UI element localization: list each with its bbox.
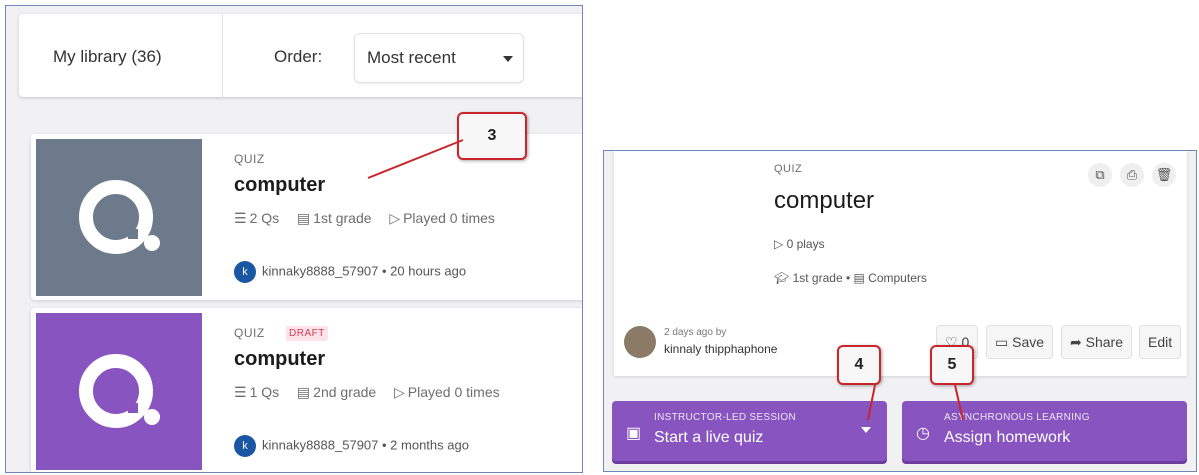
draft-badge: DRAFT bbox=[286, 326, 328, 341]
play-icon: ▷ bbox=[389, 210, 401, 226]
author-name: kinnaky8888_57907 bbox=[262, 437, 379, 453]
grade-label: 2nd grade bbox=[313, 384, 377, 400]
card-title[interactable]: computer bbox=[234, 348, 325, 371]
card-type: QUIZ bbox=[234, 326, 265, 340]
caret-down-icon bbox=[861, 427, 871, 433]
callout-4: 4 bbox=[837, 345, 881, 385]
play-icon: ▷ bbox=[774, 237, 787, 251]
card-time: 2 months ago bbox=[390, 437, 469, 453]
avatar: k bbox=[234, 435, 256, 457]
assign-homework-button[interactable]: ◷ ASYNCHRONOUS LEARNING Assign homework bbox=[902, 401, 1187, 461]
played-count: Played 0 times bbox=[407, 384, 500, 400]
detail-type: QUIZ bbox=[774, 163, 803, 175]
quiz-detail-panel: QUIZ computer ▷ 0 plays 🎓︎ 1st grade • ▤… bbox=[603, 150, 1197, 472]
callout-3: 3 bbox=[457, 112, 527, 160]
card-meta: ☰ 1 Qs ▤ 2nd grade ▷ Played 0 times bbox=[234, 384, 500, 401]
card-author: k kinnaky8888_57907 • 20 hours ago bbox=[234, 261, 466, 283]
question-count: 2 Qs bbox=[249, 210, 280, 226]
quiz-card[interactable]: QUIZ DRAFT computer ☰ 1 Qs ▤ 2nd grade ▷ Pl… bbox=[31, 308, 582, 472]
detail-grade: 🎓︎ 1st grade • ▤ Computers bbox=[774, 271, 927, 285]
caret-down-icon bbox=[503, 56, 513, 62]
share-icon: ➦ bbox=[1070, 334, 1086, 350]
list-icon: ☰ bbox=[234, 210, 247, 226]
played-count: Played 0 times bbox=[403, 210, 495, 226]
quiz-thumbnail bbox=[36, 313, 202, 470]
avatar: k bbox=[234, 261, 256, 283]
detail-time: 2 days ago by bbox=[664, 327, 727, 338]
share-button[interactable]: ➦ Share bbox=[1061, 325, 1132, 359]
start-live-quiz-button[interactable]: ▣ INSTRUCTOR-LED SESSION Start a live qu… bbox=[612, 401, 887, 461]
author-name: kinnaky8888_57907 bbox=[262, 263, 379, 279]
question-count: 1 Qs bbox=[249, 384, 280, 400]
copy-icon[interactable]: ⧉ bbox=[1088, 163, 1112, 187]
trash-icon[interactable]: 🗑︎ bbox=[1152, 163, 1176, 187]
quizizz-logo-icon bbox=[79, 354, 160, 428]
library-title[interactable]: My library (36) bbox=[53, 47, 162, 67]
library-header: My library (36) Order: Most recent bbox=[19, 14, 582, 97]
card-time: 20 hours ago bbox=[390, 263, 467, 279]
grade-icon: ▤ bbox=[296, 384, 311, 400]
detail-plays: ▷ 0 plays bbox=[774, 237, 825, 251]
card-meta: ☰ 2 Qs ▤ 1st grade ▷ Played 0 times bbox=[234, 210, 495, 227]
clock-icon: ◷ bbox=[916, 425, 930, 442]
list-icon: ☰ bbox=[234, 384, 247, 400]
live-main-label: Start a live quiz bbox=[654, 429, 764, 446]
grade-label: 1st grade bbox=[313, 210, 372, 226]
homework-main-label: Assign homework bbox=[944, 429, 1071, 446]
graduation-cap-icon: 🎓︎ bbox=[774, 271, 793, 285]
card-author: k kinnaky8888_57907 • 2 months ago bbox=[234, 435, 469, 457]
subject-icon: ▤ bbox=[853, 271, 869, 285]
edit-button[interactable]: Edit bbox=[1139, 325, 1182, 359]
card-type: QUIZ bbox=[234, 152, 265, 166]
quizizz-logo-icon bbox=[79, 180, 160, 254]
order-label: Order: bbox=[274, 47, 323, 66]
callout-5: 5 bbox=[930, 345, 974, 385]
homework-small-label: ASYNCHRONOUS LEARNING bbox=[944, 412, 1090, 423]
grade-icon: ▤ bbox=[296, 210, 311, 226]
save-button[interactable]: ▭ Save bbox=[986, 325, 1054, 359]
avatar bbox=[624, 326, 656, 358]
order-value: Most recent bbox=[367, 48, 456, 67]
detail-card: QUIZ computer ▷ 0 plays 🎓︎ 1st grade • ▤… bbox=[614, 151, 1187, 376]
order-dropdown[interactable]: Most recent bbox=[354, 33, 524, 83]
folder-icon: ▭ bbox=[995, 334, 1013, 350]
quiz-thumbnail bbox=[36, 139, 202, 296]
print-icon[interactable]: ⎙ bbox=[1120, 163, 1144, 187]
presentation-icon: ▣ bbox=[626, 425, 642, 442]
detail-thumbnail bbox=[614, 151, 744, 301]
header-divider bbox=[222, 14, 223, 97]
detail-author: kinnaly thipphaphone bbox=[664, 342, 778, 356]
card-title[interactable]: computer bbox=[234, 174, 325, 197]
detail-title: computer bbox=[774, 187, 875, 214]
live-small-label: INSTRUCTOR-LED SESSION bbox=[654, 412, 796, 423]
library-panel: My library (36) Order: Most recent QUIZ … bbox=[5, 5, 583, 473]
play-icon: ▷ bbox=[394, 384, 405, 400]
